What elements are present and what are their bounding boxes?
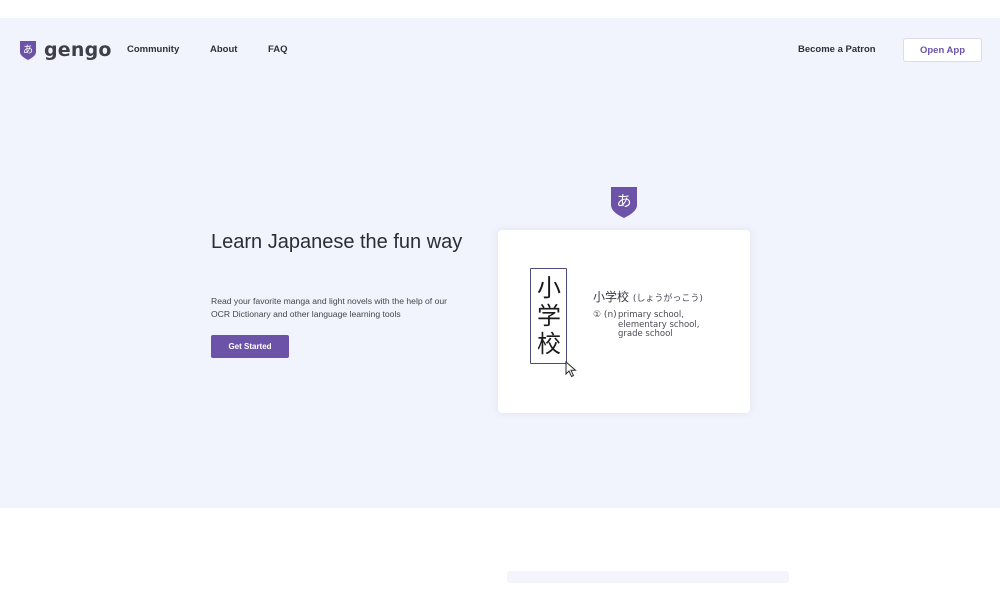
logo-badge-icon: あ	[20, 41, 36, 60]
hero-headline: Learn Japanese the fun way	[211, 231, 463, 253]
become-patron-link[interactable]: Become a Patron	[798, 44, 876, 55]
hero-subtext: Read your favorite manga and light novel…	[211, 296, 447, 319]
demo-badge-icon: あ	[611, 187, 637, 218]
demo-badge-glyph: あ	[616, 192, 631, 210]
top-navigation: あ gengo Community About FAQ Become a Pat…	[0, 18, 1000, 82]
logo-text: gengo	[44, 39, 112, 61]
mouse-cursor-icon	[565, 361, 577, 378]
definition-marker: ① (n)	[593, 310, 617, 320]
kanji-column: 小 学 校	[534, 274, 564, 358]
dictionary-word: 小学校 (しょうがっこう)	[593, 288, 703, 305]
definition-list: primary school, elementary school, grade…	[618, 310, 738, 340]
kanji-char: 校	[537, 330, 561, 358]
definition-line: grade school	[618, 329, 673, 339]
logo[interactable]: あ gengo	[18, 38, 112, 62]
nav-link-faq[interactable]: FAQ	[268, 44, 288, 55]
word-kanji: 小学校	[593, 290, 630, 304]
get-started-button[interactable]: Get Started	[211, 335, 289, 358]
kanji-char: 小	[537, 274, 561, 302]
open-app-button[interactable]: Open App	[903, 38, 982, 62]
word-reading: (しょうがっこう)	[632, 294, 703, 304]
logo-badge-glyph: あ	[23, 44, 33, 56]
kanji-char: 学	[537, 302, 561, 330]
next-section-card-edge	[507, 571, 789, 583]
ocr-demo-card: 小 学 校 小学校 (しょうがっこう) ① (n) primary school…	[498, 230, 750, 413]
nav-link-community[interactable]: Community	[127, 44, 179, 55]
nav-link-about[interactable]: About	[210, 44, 237, 55]
